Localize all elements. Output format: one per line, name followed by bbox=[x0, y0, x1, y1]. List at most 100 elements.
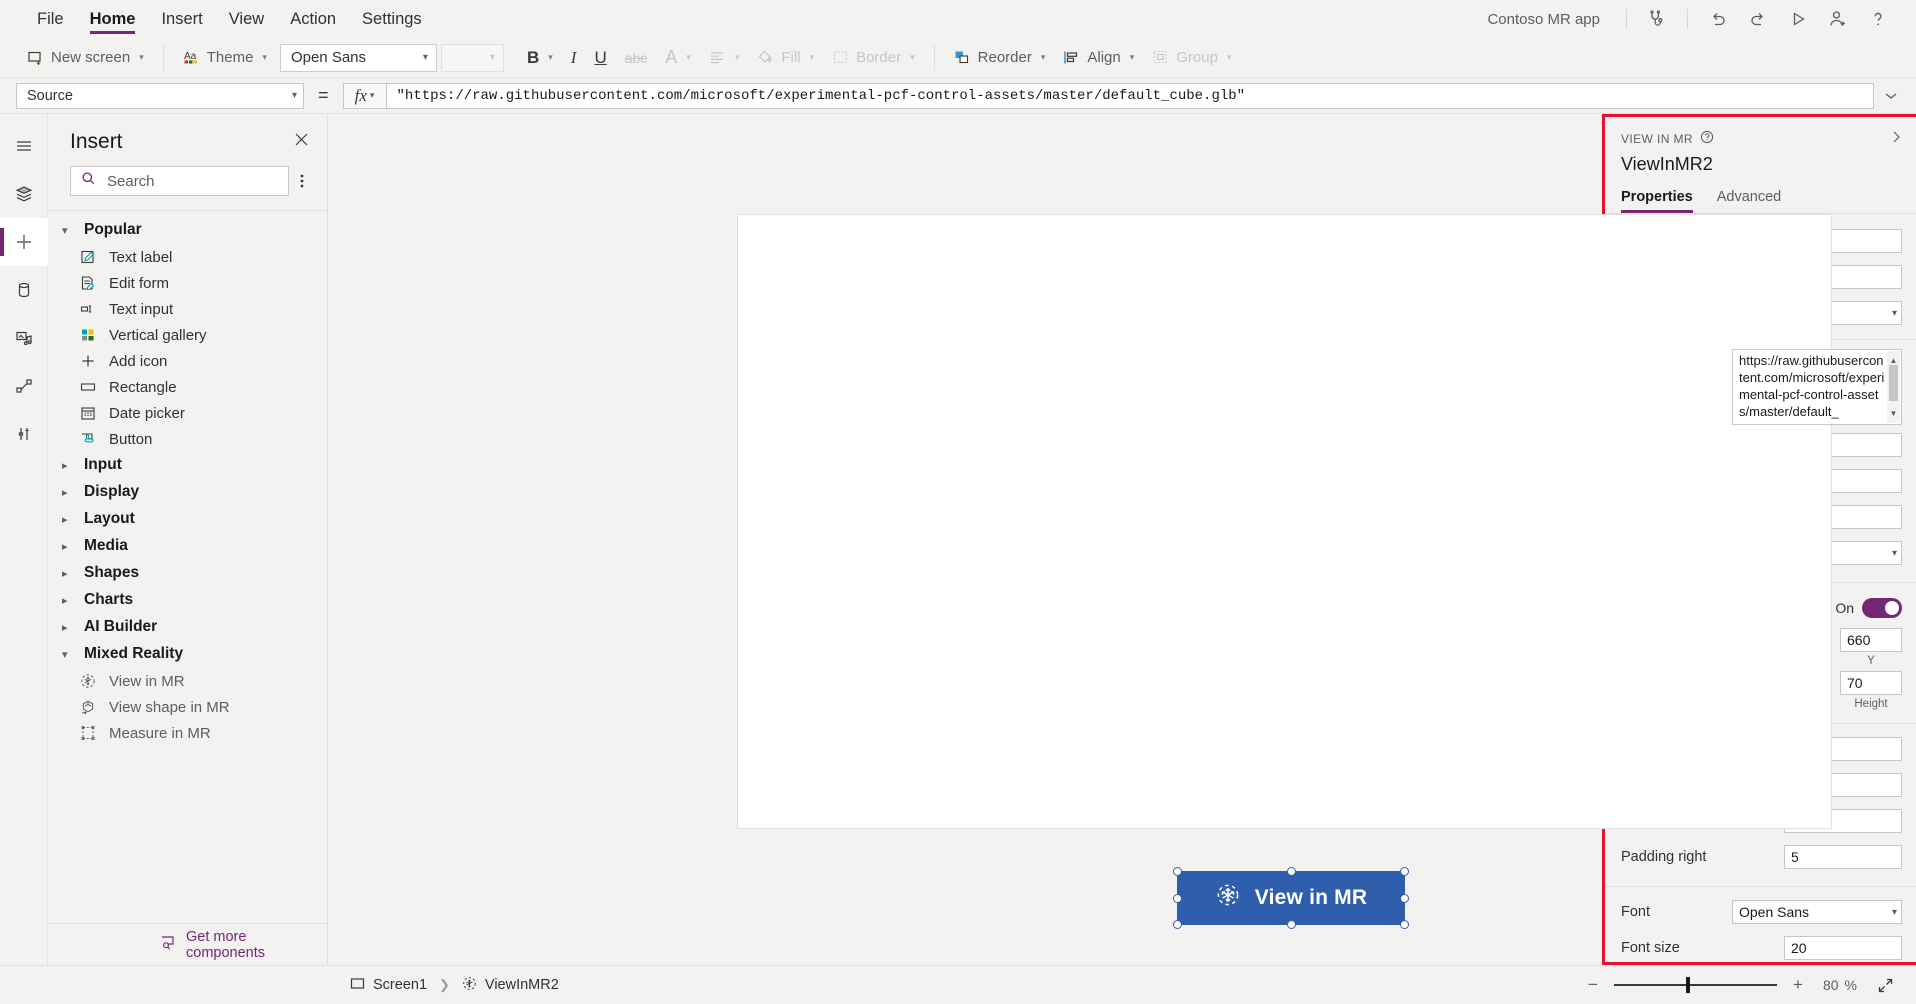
fit-to-screen-icon[interactable] bbox=[1877, 977, 1894, 994]
scroll-up-icon[interactable]: ▲ bbox=[1890, 352, 1898, 369]
theme-button[interactable]: Aa Theme ▾ bbox=[174, 43, 276, 73]
strikethrough-button[interactable]: abc bbox=[616, 43, 657, 73]
insert-item-text-label[interactable]: Text label bbox=[48, 244, 327, 270]
breadcrumb-control[interactable]: ViewInMR2 bbox=[462, 976, 559, 995]
selection-handle-se[interactable] bbox=[1400, 920, 1409, 929]
selection-handle-e[interactable] bbox=[1400, 893, 1409, 903]
menu-file[interactable]: File bbox=[24, 0, 77, 38]
menu-insert[interactable]: Insert bbox=[148, 0, 215, 38]
insert-group-layout[interactable]: ▸ Layout bbox=[48, 506, 327, 532]
insert-item-text-input[interactable]: Text input bbox=[48, 296, 327, 322]
redo-icon[interactable] bbox=[1738, 0, 1778, 38]
insert-group-mixed-reality[interactable]: ▾ Mixed Reality bbox=[48, 641, 327, 667]
search-input[interactable] bbox=[105, 171, 278, 191]
insert-item-button[interactable]: Button bbox=[48, 426, 327, 452]
tab-advanced[interactable]: Advanced bbox=[1717, 189, 1782, 213]
zoom-slider-thumb[interactable] bbox=[1685, 977, 1690, 993]
insert-group-popular[interactable]: ▾ Popular bbox=[48, 217, 327, 243]
insert-item-view-shape-in-mr[interactable]: View shape in MR bbox=[48, 694, 327, 720]
app-screen-canvas[interactable] bbox=[738, 215, 1831, 828]
formula-input[interactable]: "https://raw.githubusercontent.com/micro… bbox=[386, 82, 1874, 109]
selection-handle-ne[interactable] bbox=[1400, 867, 1409, 876]
help-icon[interactable] bbox=[1700, 130, 1714, 147]
align-button[interactable]: Align ▾ bbox=[1054, 43, 1143, 73]
power-automate-icon[interactable] bbox=[0, 362, 48, 410]
app-checker-icon[interactable] bbox=[1637, 0, 1677, 38]
canvas-area[interactable]: View in MR bbox=[328, 114, 1831, 965]
border-button[interactable]: Border ▾ bbox=[823, 43, 924, 73]
source-textarea[interactable]: https://raw.githubusercontent.com/micros… bbox=[1732, 349, 1902, 425]
font-family-select[interactable]: Open Sans ▾ bbox=[279, 43, 437, 72]
insert-item-vertical-gallery[interactable]: Vertical gallery bbox=[48, 322, 327, 348]
font-color-button[interactable]: A ▾ bbox=[656, 43, 700, 73]
border-label: Border bbox=[856, 49, 902, 66]
property-select[interactable]: Source ▾ bbox=[16, 82, 304, 109]
preview-play-icon[interactable] bbox=[1778, 0, 1818, 38]
insert-item-edit-form[interactable]: Edit form bbox=[48, 270, 327, 296]
font-size-input[interactable]: 20 bbox=[1784, 936, 1902, 960]
search-box[interactable] bbox=[70, 166, 289, 196]
insert-item-view-in-mr[interactable]: View in MR bbox=[48, 668, 327, 694]
close-icon[interactable] bbox=[290, 128, 313, 156]
insert-group-ai-builder[interactable]: ▸ AI Builder bbox=[48, 614, 327, 640]
font-size-select[interactable]: ▾ bbox=[440, 43, 504, 72]
zoom-out-button[interactable]: − bbox=[1578, 975, 1608, 995]
zoom-in-button[interactable]: + bbox=[1783, 975, 1813, 995]
insert-icon[interactable] bbox=[0, 218, 48, 266]
selection-handle-w[interactable] bbox=[1173, 893, 1182, 903]
padding-right-input[interactable]: 5 bbox=[1784, 845, 1902, 869]
app-title: Contoso MR app bbox=[1487, 10, 1600, 28]
italic-button[interactable]: I bbox=[562, 43, 586, 73]
scroll-thumb[interactable] bbox=[1889, 365, 1898, 401]
advanced-tools-icon[interactable] bbox=[0, 410, 48, 458]
size-height-input[interactable]: 70 bbox=[1840, 671, 1902, 695]
group-button[interactable]: Group ▾ bbox=[1143, 43, 1240, 73]
insert-item-rectangle[interactable]: Rectangle bbox=[48, 374, 327, 400]
font-select[interactable]: Open Sans ▾ bbox=[1732, 900, 1902, 924]
insert-group-media[interactable]: ▸ Media bbox=[48, 533, 327, 559]
undo-icon[interactable] bbox=[1698, 0, 1738, 38]
insert-item-add-icon[interactable]: Add icon bbox=[48, 348, 327, 374]
scroll-down-icon[interactable]: ▼ bbox=[1890, 405, 1898, 422]
position-y-input[interactable]: 660 bbox=[1840, 628, 1902, 652]
underline-button[interactable]: U bbox=[585, 43, 615, 73]
insert-group-input[interactable]: ▸ Input bbox=[48, 452, 327, 478]
visible-toggle[interactable] bbox=[1862, 598, 1902, 618]
zoom-slider[interactable] bbox=[1613, 977, 1777, 993]
fill-button[interactable]: Fill ▾ bbox=[748, 43, 823, 73]
menu-home[interactable]: Home bbox=[77, 0, 149, 38]
font-family-value: Open Sans bbox=[290, 49, 367, 66]
share-user-icon[interactable] bbox=[1818, 0, 1858, 38]
source-scrollbar[interactable]: ▲ ▼ bbox=[1887, 351, 1900, 423]
menu-action[interactable]: Action bbox=[277, 0, 349, 38]
fx-button[interactable]: fx ▾ bbox=[342, 82, 387, 109]
text-align-button[interactable]: ▾ bbox=[700, 43, 749, 73]
tab-properties[interactable]: Properties bbox=[1621, 189, 1693, 213]
view-in-mr-icon bbox=[462, 976, 477, 995]
insert-item-date-picker[interactable]: Date picker bbox=[48, 400, 327, 426]
selection-handle-nw[interactable] bbox=[1173, 867, 1182, 876]
hamburger-menu-icon[interactable] bbox=[0, 122, 48, 170]
formula-expand-icon[interactable] bbox=[1874, 88, 1908, 104]
selection-handle-s[interactable] bbox=[1286, 920, 1296, 929]
selection-handle-n[interactable] bbox=[1286, 867, 1296, 876]
breadcrumb-screen[interactable]: Screen1 bbox=[350, 976, 427, 995]
get-more-components-button[interactable]: Get more components bbox=[48, 923, 327, 965]
insert-group-charts[interactable]: ▸ Charts bbox=[48, 587, 327, 613]
media-icon[interactable] bbox=[0, 314, 48, 362]
insert-group-display[interactable]: ▸ Display bbox=[48, 479, 327, 505]
more-options-icon[interactable] bbox=[289, 173, 315, 189]
tree-view-icon[interactable] bbox=[0, 170, 48, 218]
selection-handle-sw[interactable] bbox=[1173, 920, 1182, 929]
bold-button[interactable]: B ▾ bbox=[518, 43, 562, 73]
insert-group-shapes[interactable]: ▸ Shapes bbox=[48, 560, 327, 586]
new-screen-button[interactable]: New screen ▾ bbox=[18, 43, 153, 73]
collapse-panel-icon[interactable] bbox=[1888, 129, 1904, 148]
menu-view[interactable]: View bbox=[216, 0, 277, 38]
data-icon[interactable] bbox=[0, 266, 48, 314]
insert-item-measure-in-mr[interactable]: Measure in MR bbox=[48, 720, 327, 746]
reorder-button[interactable]: Reorder ▾ bbox=[945, 43, 1055, 73]
menu-settings[interactable]: Settings bbox=[349, 0, 435, 38]
view-in-mr-control[interactable]: View in MR bbox=[1177, 871, 1405, 925]
help-icon[interactable] bbox=[1858, 0, 1898, 38]
